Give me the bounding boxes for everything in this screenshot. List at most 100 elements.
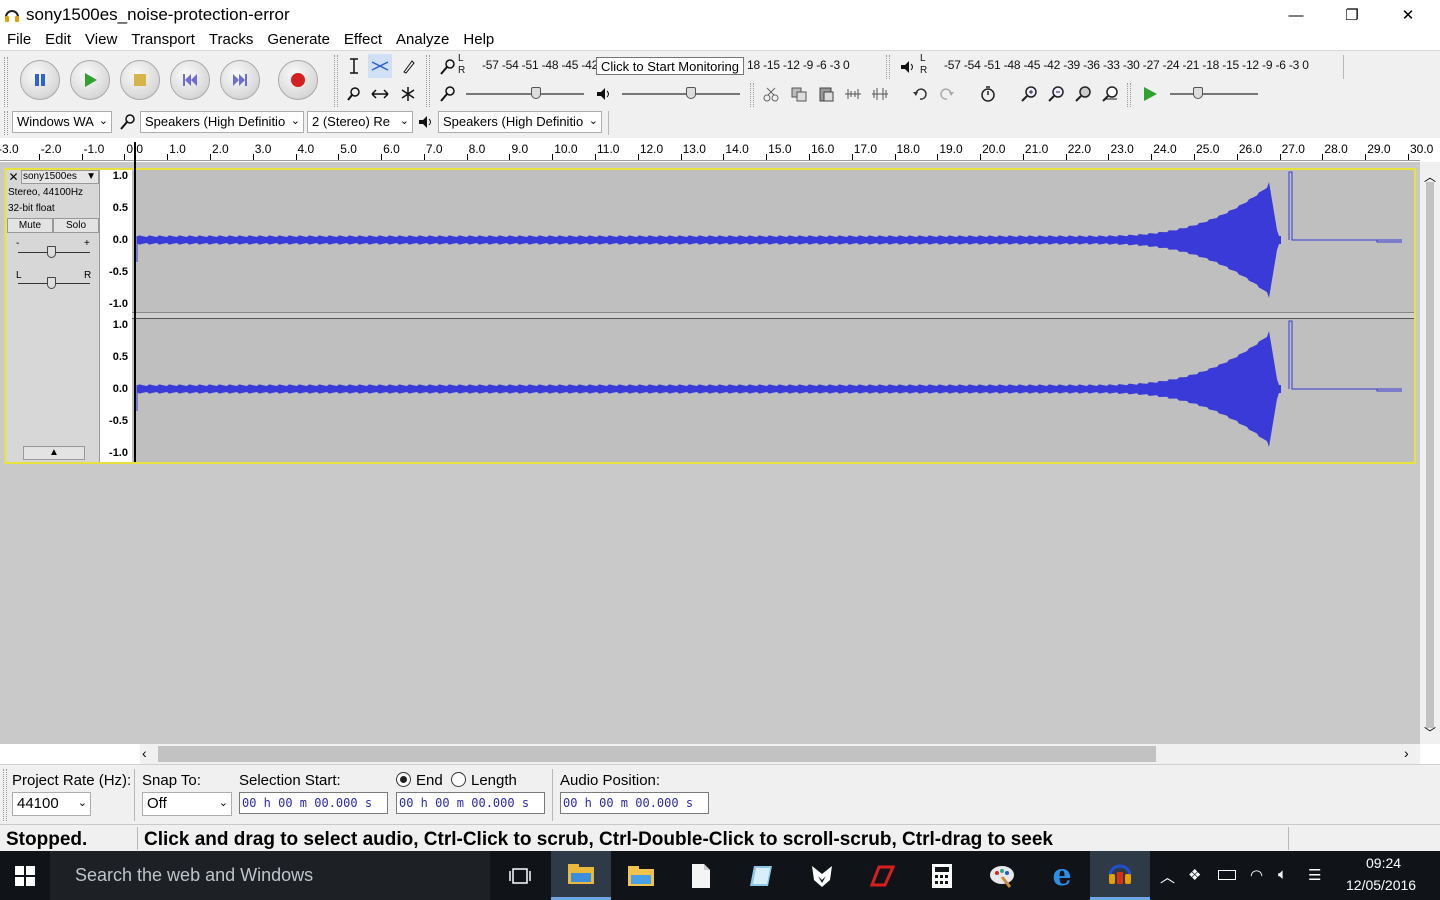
notepad-app-icon[interactable] [731,851,791,900]
horizontal-scrollbar[interactable]: ‹ › [140,744,1420,764]
zoom-out-icon[interactable] [1044,82,1068,106]
pause-button[interactable] [20,60,60,100]
multi-tool-icon[interactable] [396,82,420,106]
edge-browser-icon[interactable]: e [1032,851,1092,900]
menu-transport[interactable]: Transport [124,30,202,50]
toolbar-grip[interactable] [4,57,8,107]
output-volume-slider[interactable] [622,93,740,95]
menu-file[interactable]: File [0,30,38,50]
maximize-button[interactable]: ❐ [1329,0,1375,30]
fit-selection-icon[interactable] [1071,82,1095,106]
play-at-speed-icon[interactable] [1138,82,1162,106]
toolbar-grip[interactable] [3,769,7,821]
play-button[interactable] [70,60,110,100]
start-windows-icon[interactable] [0,851,50,900]
action-center-icon[interactable]: ☰ [1308,866,1321,884]
toolbar-grip[interactable] [886,55,890,79]
sync-lock-icon[interactable] [976,82,1000,106]
monitoring-tooltip[interactable]: Click to Start Monitoring [596,57,744,75]
scroll-right-icon[interactable]: › [1404,745,1409,761]
menu-help[interactable]: Help [456,30,501,50]
recording-channels-select[interactable]: 2 (Stereo) Re ⌄ [307,111,413,133]
skip-to-start-button[interactable] [170,60,210,100]
play-speed-thumb[interactable] [1193,87,1203,99]
pan-slider-thumb[interactable] [47,277,56,289]
project-rate-select[interactable]: 44100 ⌄ [12,792,91,816]
time-shift-tool-icon[interactable] [368,82,392,106]
track-name-menu[interactable]: sony1500es ▼ [21,170,99,184]
selection-tool-icon[interactable] [342,54,366,78]
taskbar-search-box[interactable]: Search the web and Windows [50,851,490,900]
playback-device-select[interactable]: Speakers (High Definitio ⌄ [438,111,602,133]
record-meter-scale-tail[interactable]: 18 -15 -12 -9 -6 -3 0 [747,58,850,72]
collapse-track-icon[interactable]: ▲ [23,446,85,460]
selection-end-time[interactable]: 00 h 00 m 00.000 s [396,792,545,814]
silence-audio-icon[interactable] [868,82,892,106]
menu-generate[interactable]: Generate [260,30,337,50]
toolbar-grip[interactable] [1127,83,1131,107]
show-hidden-icons-icon[interactable]: ︿ [1160,866,1175,887]
mute-button[interactable]: Mute [7,218,53,233]
wifi-icon[interactable]: ◠ [1250,866,1263,884]
scroll-left-icon[interactable]: ‹ [142,745,147,761]
record-meter-scale[interactable]: -57 -54 -51 -48 -45 -42 [482,58,598,72]
selection-start-time[interactable]: 00 h 00 m 00.000 s [239,792,388,814]
envelope-tool-icon[interactable] [368,54,392,78]
menu-analyze[interactable]: Analyze [389,30,456,50]
length-radio[interactable] [451,772,466,787]
record-button[interactable] [278,60,318,100]
fit-project-icon[interactable] [1098,82,1122,106]
audio-host-select[interactable]: Windows WA ⌄ [12,111,112,133]
audacity-taskbar-icon[interactable] [1090,851,1150,900]
trim-audio-icon[interactable] [841,82,865,106]
draw-tool-icon[interactable] [396,54,420,78]
menu-edit[interactable]: Edit [38,30,78,50]
input-volume-slider[interactable] [466,93,584,95]
redo-icon[interactable] [935,82,959,106]
toolbar-grip[interactable] [334,55,338,107]
timeline-ruler[interactable]: -3.0-2.0-1.00.01.02.03.04.05.06.07.08.09… [0,139,1433,161]
toolbar-grip[interactable] [426,55,430,107]
menu-tracks[interactable]: Tracks [202,30,260,50]
snap-to-select[interactable]: Off ⌄ [142,792,232,816]
horizontal-scroll-thumb[interactable] [158,746,1156,762]
undo-icon[interactable] [908,82,932,106]
folder-icon[interactable] [611,851,671,900]
solo-button[interactable]: Solo [53,218,99,233]
cut-icon[interactable] [759,82,783,106]
recording-device-select[interactable]: Speakers (High Definitio ⌄ [140,111,304,133]
calculator-icon[interactable] [912,851,972,900]
document-app-icon[interactable] [671,851,731,900]
zoom-tool-icon[interactable] [342,82,366,106]
copy-icon[interactable] [787,82,811,106]
gain-slider-thumb[interactable] [47,246,56,258]
end-radio[interactable] [396,772,411,787]
play-speed-slider[interactable] [1170,93,1258,95]
menu-view[interactable]: View [78,30,124,50]
volume-icon[interactable]: 🔈︎ [1278,866,1287,883]
toolbar-grip[interactable] [750,83,754,107]
play-meter-speaker-icon[interactable] [896,55,920,79]
task-view-icon[interactable] [490,851,550,900]
fox-app-icon[interactable] [792,851,852,900]
output-volume-thumb[interactable] [686,87,696,99]
paint-app-icon[interactable] [972,851,1032,900]
battery-icon[interactable] [1218,870,1236,880]
taskbar-date[interactable]: 12/05/2016 [1346,877,1416,893]
vertical-scroll-thumb[interactable] [1426,182,1434,728]
skip-to-end-button[interactable] [220,60,260,100]
close-button[interactable]: ✕ [1385,0,1431,30]
vertical-scrollbar[interactable]: ︿ ﹀ [1420,162,1440,744]
close-track-icon[interactable]: ✕ [7,170,20,184]
play-meter-scale[interactable]: -57 -54 -51 -48 -45 -42 -39 -36 -33 -30 … [944,58,1309,72]
paste-icon[interactable] [814,82,838,106]
zoom-in-icon[interactable] [1017,82,1041,106]
record-meter-microphone-icon[interactable] [436,55,460,79]
toolbar-grip[interactable] [4,111,8,135]
stop-button[interactable] [120,60,160,100]
minimize-button[interactable]: — [1273,0,1319,30]
taskbar-time[interactable]: 09:24 [1366,855,1401,871]
input-volume-thumb[interactable] [531,87,541,99]
dropbox-icon[interactable]: ❖ [1188,866,1201,884]
scroll-down-icon[interactable]: ﹀ [1424,724,1436,741]
